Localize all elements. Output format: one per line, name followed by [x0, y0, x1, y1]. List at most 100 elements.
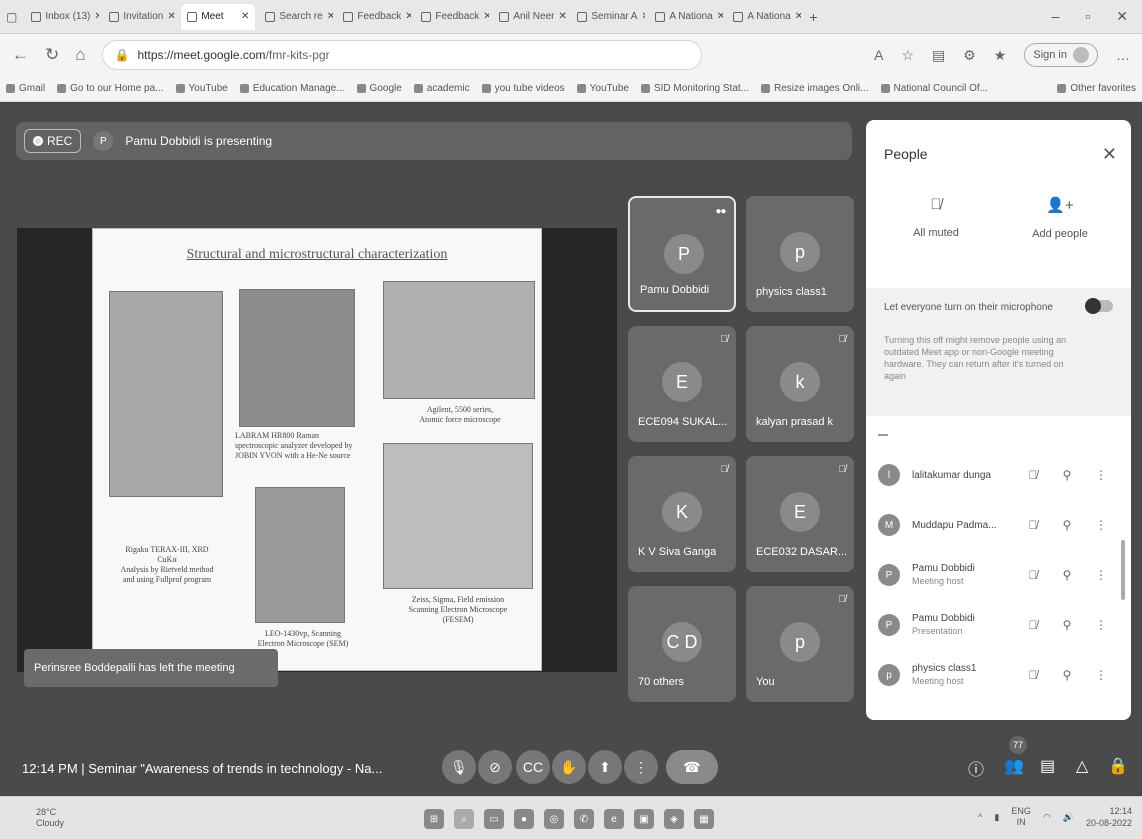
mic-off-icon[interactable]: 🎙̸ [1016, 468, 1050, 482]
present-button[interactable]: ⬆ [588, 750, 622, 784]
people-row[interactable]: M Muddapu Padma... 🎙̸ ⚲ ⋮ [866, 500, 1131, 550]
search-icon[interactable]: ⌕ [454, 809, 474, 829]
people-row[interactable]: P Pamu Dobbidi Meeting host 🎙̸ ⚲ ⋮ [866, 550, 1131, 600]
camera-toggle-button[interactable]: ⊘ [478, 750, 512, 784]
tab-8[interactable]: A Nationa ✕ [649, 4, 723, 30]
tab-7[interactable]: Seminar A✕ [571, 4, 645, 30]
close-tab-icon[interactable]: ✕ [405, 11, 411, 22]
start-icon[interactable]: ⊞ [424, 809, 444, 829]
collections-icon[interactable]: ▤ [932, 47, 945, 64]
host-controls-icon[interactable]: 🔒 [1108, 756, 1128, 776]
pin-icon[interactable]: ⚲ [1050, 568, 1084, 582]
more-vert-icon[interactable]: ⋮ [1084, 518, 1118, 532]
leave-call-button[interactable]: ☎ [666, 750, 718, 784]
battery-icon[interactable]: ▮ [994, 812, 999, 823]
favorites-icon[interactable]: ★ [994, 47, 1007, 64]
bookmark-item[interactable]: Go to our Home pa... [57, 83, 164, 94]
close-tab-icon[interactable]: ✕ [241, 11, 249, 22]
people-icon[interactable]: 👥 [1004, 756, 1024, 776]
chrome-icon[interactable]: ◎ [544, 809, 564, 829]
tab-6[interactable]: Anil Neer ✕ [493, 4, 567, 30]
mic-off-icon[interactable]: 🎙̸ [1016, 568, 1050, 582]
language-indicator[interactable]: ENG IN [1011, 806, 1031, 828]
file-icon[interactable]: ▦ [694, 809, 714, 829]
close-tab-icon[interactable]: ✕ [795, 11, 802, 22]
tab-actions-icon[interactable]: ▢ [6, 10, 17, 24]
bookmark-item[interactable]: SID Monitoring Stat... [640, 83, 749, 94]
tray-arrow-icon[interactable]: ^ [978, 812, 982, 822]
refresh-icon[interactable]: ↻ [45, 45, 59, 65]
mic-off-icon[interactable]: 🎙̸ [1016, 618, 1050, 632]
tab-2[interactable]: Meet ✕ [181, 3, 256, 30]
tab-9[interactable]: A Nationa ✕ [727, 4, 801, 30]
close-tab-icon[interactable]: ✕ [167, 11, 175, 22]
activities-icon[interactable]: △ [1076, 756, 1088, 776]
tab-3[interactable]: Search re ✕ [259, 4, 333, 30]
bookmark-item[interactable]: Resize images Onli... [761, 83, 869, 94]
app-icon[interactable]: ● [514, 809, 534, 829]
participant-tile[interactable]: 🎙̸ K K V Siva Ganga [628, 456, 736, 572]
participant-tile[interactable]: 🎙̸ p You [746, 586, 854, 702]
participant-tile[interactable]: 🎙̸ E ECE094 SUKAL... [628, 326, 736, 442]
participant-tile[interactable]: C D 70 others [628, 586, 736, 702]
add-people-button[interactable]: 👤+ Add people [1010, 196, 1110, 240]
sign-in-button[interactable]: Sign in [1024, 43, 1098, 67]
close-tab-icon[interactable]: ✕ [94, 11, 99, 22]
participant-tile[interactable]: 🎙̸ k kalyan prasad k [746, 326, 854, 442]
whatsapp-icon[interactable]: ✆ [574, 809, 594, 829]
task-view-icon[interactable]: ▭ [484, 809, 504, 829]
photos-icon[interactable]: ▣ [634, 809, 654, 829]
weather-widget[interactable]: 28°C Cloudy [36, 807, 64, 829]
bookmark-item[interactable]: Education Manage... [239, 83, 345, 94]
home-icon[interactable]: ⌂ [75, 45, 85, 65]
participant-tile[interactable]: ⦁⦁ P Pamu Dobbidi [628, 196, 736, 312]
chat-icon[interactable]: ▤ [1040, 756, 1055, 776]
bookmark-item[interactable]: academic [413, 83, 470, 94]
captions-button[interactable]: CC [516, 750, 550, 784]
close-tab-icon[interactable]: ✕ [327, 11, 334, 22]
wifi-icon[interactable]: ◠ [1043, 812, 1051, 823]
people-row[interactable]: l lalitakumar dunga 🎙̸ ⚲ ⋮ [866, 450, 1131, 500]
pin-icon[interactable]: ⚲ [1050, 468, 1084, 482]
bookmark-item[interactable]: Gmail [6, 83, 45, 94]
minimize-icon[interactable]: – [1052, 8, 1060, 25]
pin-icon[interactable]: ⚲ [1050, 518, 1084, 532]
app-icon[interactable]: ◈ [664, 809, 684, 829]
raise-hand-button[interactable]: ✋ [552, 750, 586, 784]
pin-icon[interactable]: ⚲ [1050, 668, 1084, 682]
mic-toggle-button[interactable]: 🎙 [442, 750, 476, 784]
pin-icon[interactable]: ⚲ [1050, 618, 1084, 632]
more-vert-icon[interactable]: ⋮ [1084, 468, 1118, 482]
mic-off-icon[interactable]: 🎙̸ [1016, 518, 1050, 532]
mic-off-icon[interactable]: 🎙̸ [1016, 668, 1050, 682]
participant-tile[interactable]: p physics class1 [746, 196, 854, 312]
close-tab-icon[interactable]: ✕ [641, 11, 645, 22]
info-icon[interactable]: ⓘ [968, 756, 984, 780]
tab-0[interactable]: Inbox (13) ✕ [25, 4, 99, 30]
tab-4[interactable]: Feedback ✕ [337, 4, 411, 30]
recording-indicator[interactable]: REC [24, 129, 82, 153]
participant-tile[interactable]: 🎙̸ E ECE032 DASAR... [746, 456, 854, 572]
people-row[interactable]: p physics class1 Meeting host 🎙̸ ⚲ ⋮ [866, 650, 1131, 700]
bookmark-item[interactable]: you tube videos [481, 83, 565, 94]
close-tab-icon[interactable]: ✕ [558, 11, 566, 22]
tab-5[interactable]: Feedback ✕ [415, 4, 489, 30]
all-muted-button[interactable]: 🎙̸ All muted [886, 196, 986, 239]
close-window-icon[interactable]: ✕ [1116, 8, 1128, 25]
bookmark-item[interactable]: National Council Of... [880, 83, 988, 94]
bookmark-item[interactable]: Google [356, 83, 402, 94]
more-options-icon[interactable]: … [1116, 47, 1130, 63]
favorite-star-icon[interactable]: ☆ [901, 47, 914, 64]
restore-icon[interactable]: ▫ [1085, 8, 1090, 25]
url-field[interactable]: 🔒 https://meet.google.com/fmr-kits-pgr [101, 40, 702, 70]
more-vert-icon[interactable]: ⋮ [1084, 668, 1118, 682]
more-options-button[interactable]: ⋮ [624, 750, 658, 784]
extensions-icon[interactable]: ⚙ [963, 47, 976, 64]
close-tab-icon[interactable]: ✕ [483, 11, 489, 22]
close-tab-icon[interactable]: ✕ [717, 11, 724, 22]
edge-icon[interactable]: e [604, 809, 624, 829]
read-aloud-icon[interactable]: A [874, 47, 883, 63]
mic-permission-toggle[interactable] [1085, 298, 1113, 314]
volume-icon[interactable]: 🔊 [1063, 812, 1074, 823]
bookmark-item[interactable]: Other favorites [1057, 83, 1136, 94]
